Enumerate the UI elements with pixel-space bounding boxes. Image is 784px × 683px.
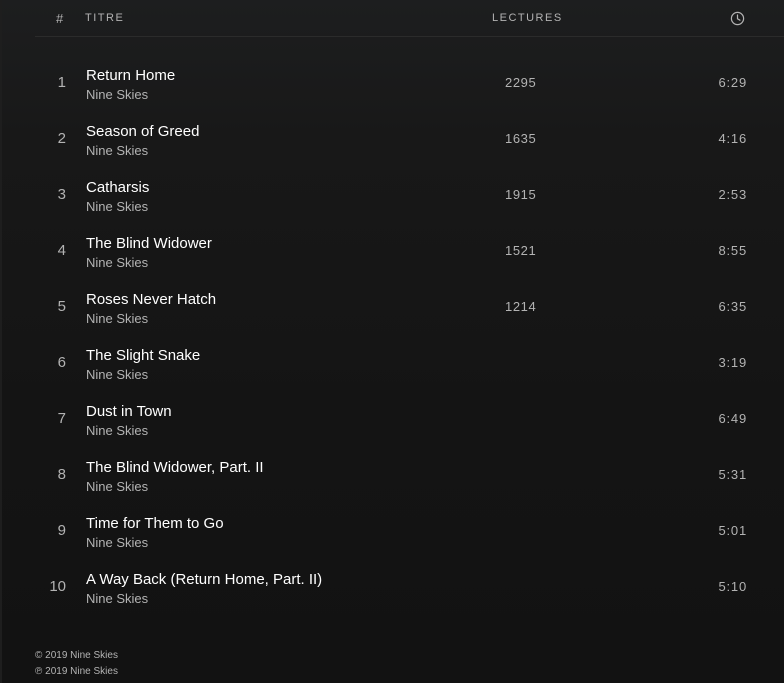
- track-artist[interactable]: Nine Skies: [86, 479, 148, 494]
- track-row[interactable]: 4 The Blind Widower Nine Skies 1521 8:55: [35, 222, 784, 278]
- track-artist[interactable]: Nine Skies: [86, 311, 148, 326]
- phonographic-copyright-text: ℗ 2019 Nine Skies: [35, 666, 118, 677]
- track-artist[interactable]: Nine Skies: [86, 367, 148, 382]
- track-title[interactable]: Dust in Town: [86, 403, 172, 420]
- track-title[interactable]: The Slight Snake: [86, 347, 200, 364]
- track-plays: 1521: [505, 243, 537, 258]
- track-plays: 1214: [505, 299, 537, 314]
- track-row[interactable]: 9 Time for Them to Go Nine Skies 5:01: [35, 502, 784, 558]
- copyright-text: © 2019 Nine Skies: [35, 650, 118, 661]
- track-title[interactable]: Roses Never Hatch: [86, 291, 216, 308]
- track-duration: 8:55: [718, 243, 747, 258]
- track-row[interactable]: 2 Season of Greed Nine Skies 1635 4:16: [35, 110, 784, 166]
- track-title[interactable]: Time for Them to Go: [86, 515, 224, 532]
- track-duration: 2:53: [718, 187, 747, 202]
- track-row[interactable]: 8 The Blind Widower, Part. II Nine Skies…: [35, 446, 784, 502]
- track-row[interactable]: 7 Dust in Town Nine Skies 6:49: [35, 390, 784, 446]
- header-title[interactable]: TITRE: [85, 12, 124, 24]
- track-duration: 5:01: [718, 523, 747, 538]
- track-artist[interactable]: Nine Skies: [86, 591, 148, 606]
- track-number: 2: [57, 130, 66, 147]
- clock-icon[interactable]: [730, 11, 745, 26]
- track-title[interactable]: A Way Back (Return Home, Part. II): [86, 571, 322, 588]
- header-plays[interactable]: LECTURES: [492, 12, 563, 24]
- tracklist-header: # TITRE LECTURES: [35, 0, 784, 37]
- track-number: 5: [57, 298, 66, 315]
- track-number: 9: [57, 522, 66, 539]
- track-number: 6: [57, 354, 66, 371]
- track-duration: 5:31: [718, 467, 747, 482]
- track-plays: 1915: [505, 187, 537, 202]
- track-list: 1 Return Home Nine Skies 2295 6:29 2 Sea…: [35, 54, 784, 614]
- track-row[interactable]: 10 A Way Back (Return Home, Part. II) Ni…: [35, 558, 784, 614]
- track-row[interactable]: 5 Roses Never Hatch Nine Skies 1214 6:35: [35, 278, 784, 334]
- track-title[interactable]: Catharsis: [86, 179, 149, 196]
- album-copyright: © 2019 Nine Skies ℗ 2019 Nine Skies: [35, 648, 118, 680]
- track-number: 4: [57, 242, 66, 259]
- track-duration: 3:19: [718, 355, 747, 370]
- track-artist[interactable]: Nine Skies: [86, 199, 148, 214]
- header-number: #: [56, 11, 64, 26]
- track-number: 3: [57, 186, 66, 203]
- track-number: 1: [57, 74, 66, 91]
- track-duration: 5:10: [718, 579, 747, 594]
- tracklist-panel: # TITRE LECTURES 1 Return Home Nine Skie…: [2, 0, 784, 683]
- track-row[interactable]: 6 The Slight Snake Nine Skies 3:19: [35, 334, 784, 390]
- track-artist[interactable]: Nine Skies: [86, 255, 148, 270]
- track-title[interactable]: The Blind Widower: [86, 235, 212, 252]
- track-artist[interactable]: Nine Skies: [86, 423, 148, 438]
- track-number: 8: [57, 466, 66, 483]
- track-artist[interactable]: Nine Skies: [86, 87, 148, 102]
- track-artist[interactable]: Nine Skies: [86, 535, 148, 550]
- track-row[interactable]: 3 Catharsis Nine Skies 1915 2:53: [35, 166, 784, 222]
- track-number: 7: [57, 410, 66, 427]
- track-title[interactable]: Season of Greed: [86, 123, 199, 140]
- track-duration: 4:16: [718, 131, 747, 146]
- track-artist[interactable]: Nine Skies: [86, 143, 148, 158]
- track-number: 10: [49, 578, 66, 595]
- track-duration: 6:29: [718, 75, 747, 90]
- track-title[interactable]: The Blind Widower, Part. II: [86, 459, 264, 476]
- track-plays: 1635: [505, 131, 537, 146]
- track-duration: 6:35: [718, 299, 747, 314]
- track-plays: 2295: [505, 75, 537, 90]
- track-duration: 6:49: [718, 411, 747, 426]
- track-title[interactable]: Return Home: [86, 67, 175, 84]
- track-row[interactable]: 1 Return Home Nine Skies 2295 6:29: [35, 54, 784, 110]
